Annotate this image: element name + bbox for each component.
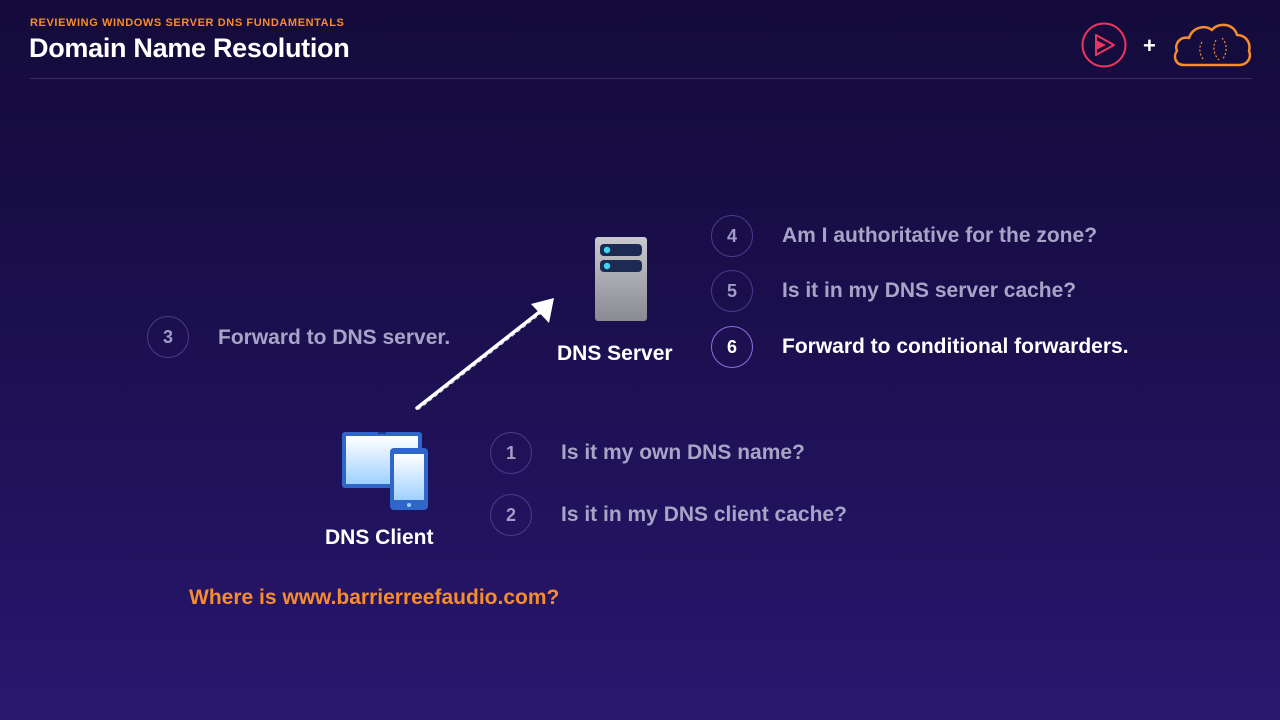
step-6-number: 6	[711, 326, 753, 368]
dns-client-label: DNS Client	[325, 526, 434, 549]
play-logo-icon	[1081, 22, 1127, 68]
dns-server-label: DNS Server	[557, 342, 673, 365]
arrow-icon	[410, 290, 560, 415]
step-5-number: 5	[711, 270, 753, 312]
header-divider	[30, 78, 1252, 79]
devices-icon	[342, 432, 430, 510]
step-3-text: Forward to DNS server.	[218, 326, 451, 349]
step-2-number: 2	[490, 494, 532, 536]
lookup-question: Where is www.barrierreefaudio.com?	[189, 586, 560, 609]
server-icon	[594, 236, 648, 322]
step-4-text: Am I authoritative for the zone?	[782, 224, 1098, 247]
plus-sign: +	[1143, 33, 1156, 58]
step-6-text: Forward to conditional forwarders.	[782, 335, 1129, 358]
cloud-logo-icon	[1172, 20, 1252, 68]
step-1-number: 1	[490, 432, 532, 474]
step-3-number: 3	[147, 316, 189, 358]
page-title: Domain Name Resolution	[29, 33, 350, 63]
step-2-text: Is it in my DNS client cache?	[561, 503, 847, 526]
step-5-text: Is it in my DNS server cache?	[782, 279, 1077, 302]
step-1-text: Is it my own DNS name?	[561, 441, 805, 464]
section-kicker: REVIEWING WINDOWS SERVER DNS FUNDAMENTAL…	[30, 17, 345, 29]
step-4-number: 4	[711, 215, 753, 257]
